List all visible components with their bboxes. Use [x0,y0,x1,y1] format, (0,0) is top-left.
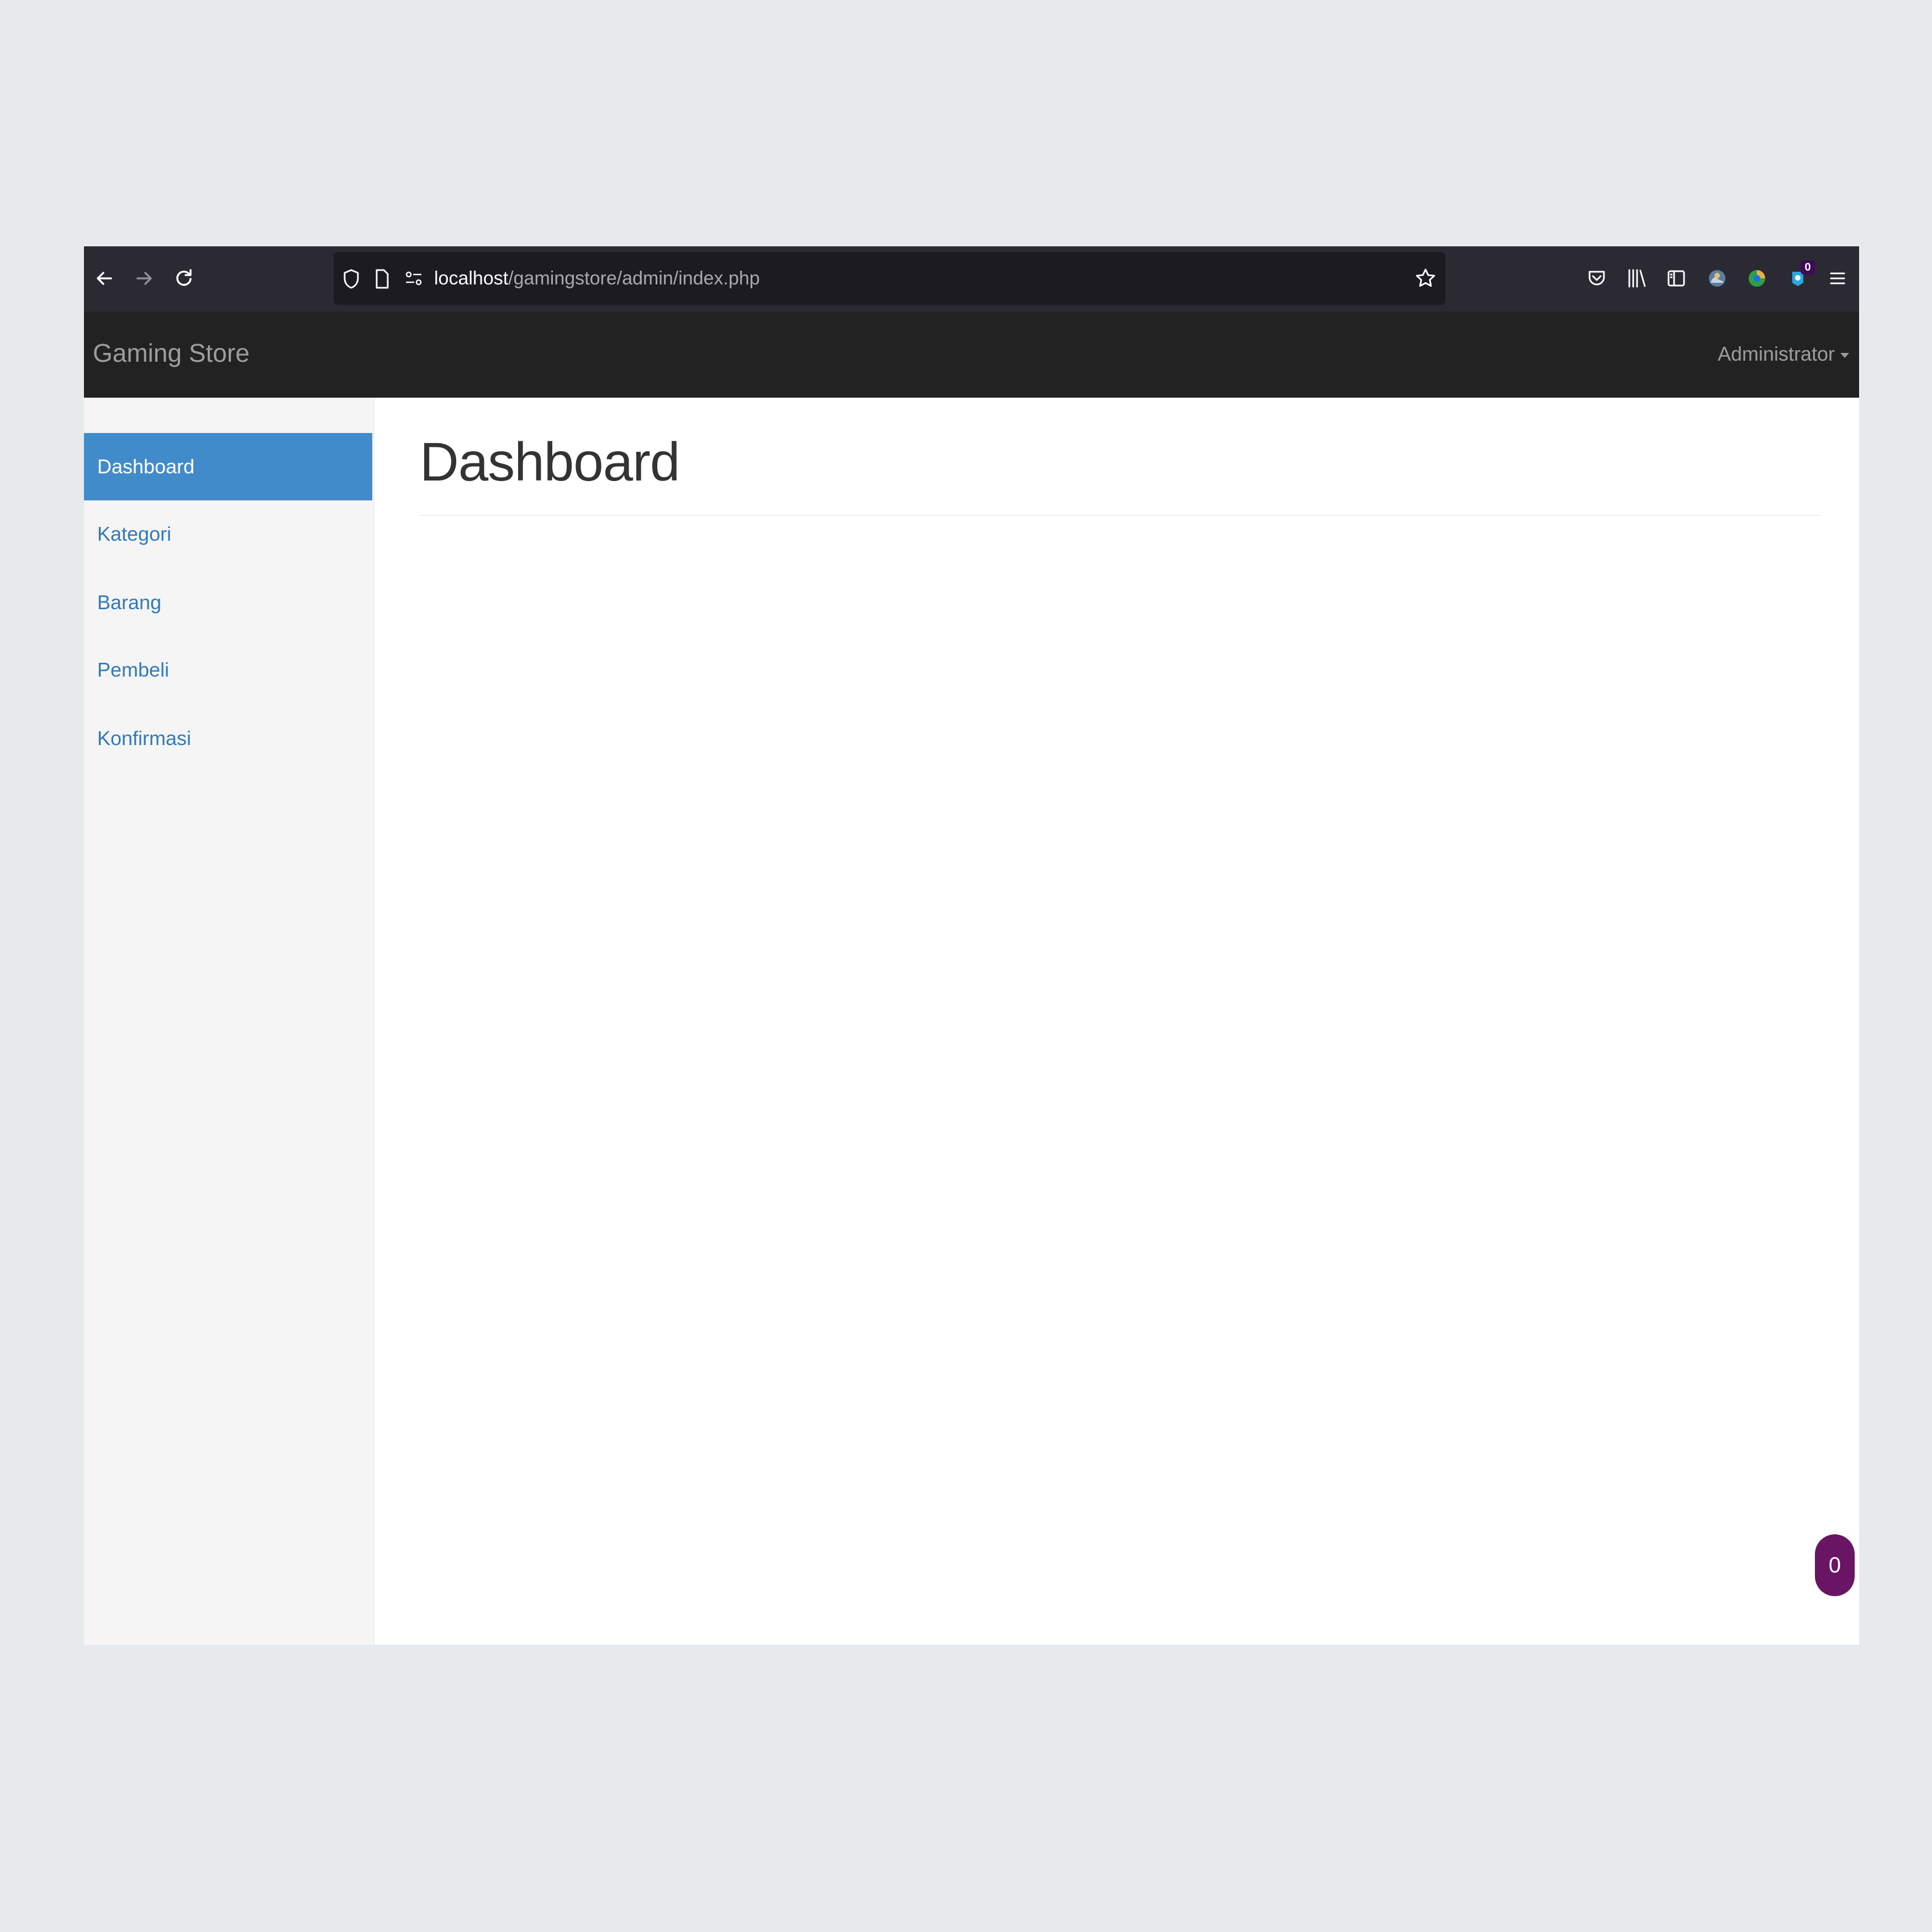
brand-link[interactable]: Gaming Store [93,338,250,368]
forward-icon[interactable] [128,262,160,294]
extension-badge: 0 [1801,260,1815,275]
sidebar: Dashboard Kategori Barang Pembeli Konfir… [84,398,374,1645]
sidebar-icon[interactable] [1660,262,1692,294]
app-navbar: Gaming Store Administrator [84,312,1859,398]
sidebar-item-konfirmasi[interactable]: Konfirmasi [84,705,372,772]
extension-icon[interactable]: 0 [1782,260,1815,294]
browser-window: localhost/gamingstore/admin/index.php 0 [84,246,1859,1645]
user-name: Administrator [1717,342,1835,365]
floating-badge[interactable]: 0 [1815,1534,1855,1596]
back-icon[interactable] [88,262,120,294]
browser-toolbar: localhost/gamingstore/admin/index.php 0 [84,246,1859,313]
pocket-icon[interactable] [1581,262,1613,294]
user-dropdown[interactable]: Administrator [1718,342,1849,366]
extension-icon[interactable] [1701,262,1733,294]
sidebar-item-pembeli[interactable]: Pembeli [84,636,372,704]
url-path: /gamingstore/admin/index.php [508,268,760,289]
permissions-icon[interactable] [404,270,423,290]
page-title: Dashboard [420,431,680,492]
shield-icon[interactable] [342,268,360,292]
chevron-down-icon [1840,352,1849,358]
sidebar-item-kategori[interactable]: Kategori [84,500,372,568]
extension-icon[interactable] [1741,262,1773,294]
title-divider [420,515,1820,516]
menu-icon[interactable] [1822,262,1854,294]
url-text[interactable]: localhost/gamingstore/admin/index.php [434,267,760,289]
reload-icon[interactable] [168,262,200,294]
url-bar[interactable]: localhost/gamingstore/admin/index.php [334,252,1445,305]
library-icon[interactable] [1620,262,1653,294]
url-host: localhost [434,268,509,289]
sidebar-item-dashboard[interactable]: Dashboard [84,433,372,500]
main-content: Dashboard [374,398,1859,1645]
sidebar-item-barang[interactable]: Barang [84,569,372,636]
star-icon[interactable] [1414,267,1437,292]
page-icon[interactable] [374,268,390,292]
